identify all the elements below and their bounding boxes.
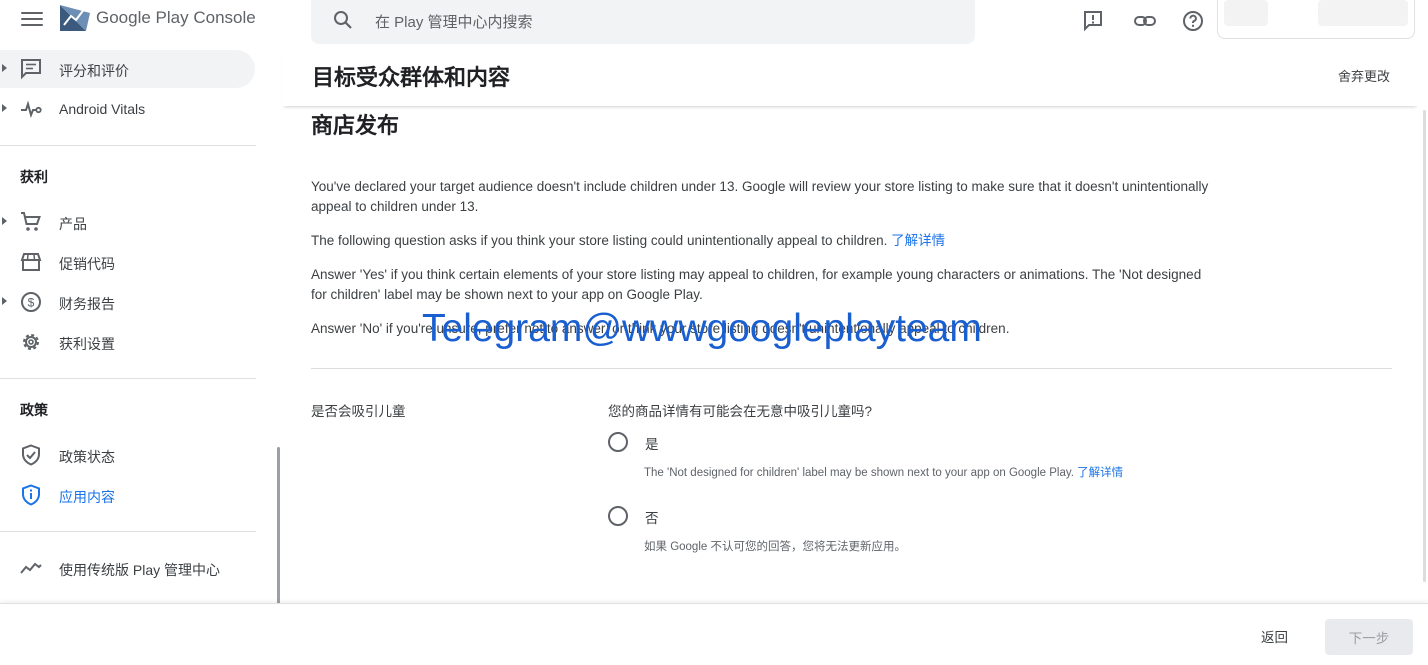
menu-icon[interactable]	[18, 8, 46, 32]
sidebar-item-label: 评分和评价	[59, 63, 129, 79]
trend-icon	[20, 562, 42, 574]
help-text: The 'Not designed for children' label ma…	[644, 467, 1074, 479]
content-scrollbar[interactable]	[1423, 110, 1426, 582]
page-title: 目标受众群体和内容	[312, 65, 511, 90]
paragraph-declaration: You've declared your target audience doe…	[311, 179, 1209, 214]
watermark-text: Telegram@wwwgoogleplayteam	[422, 307, 982, 350]
back-button[interactable]: 返回	[1261, 626, 1288, 646]
paragraph-text: The following question asks if you think…	[311, 233, 888, 248]
gear-icon	[23, 334, 39, 350]
section-divider	[311, 368, 1392, 369]
sidebar-section-policy: 政策	[20, 402, 48, 418]
help-icon[interactable]	[1180, 8, 1206, 34]
sidebar-item-label: 产品	[59, 216, 87, 232]
sidebar-item-legacy-console[interactable]: 使用传统版 Play 管理中心	[0, 549, 256, 587]
sidebar-item-label: 促销代码	[59, 256, 115, 272]
sidebar-item-financial-reports[interactable]: $ 财务报告	[0, 283, 256, 321]
dollar-icon: $	[21, 292, 41, 312]
search-input[interactable]	[373, 10, 937, 34]
reviews-icon	[21, 59, 41, 80]
store-icon	[20, 253, 42, 271]
section-title: 商店发布	[311, 113, 400, 138]
sidebar: 评分和评价 Android Vitals 获利 产品 促销代码 $ 财务报告 获…	[0, 48, 256, 604]
sidebar-item-label: Android Vitals	[59, 101, 146, 117]
account-name	[1318, 0, 1408, 26]
footer-bar: 返回 下一步	[0, 603, 1428, 665]
account-avatar	[1224, 0, 1268, 26]
radio-no-label[interactable]: 否	[645, 507, 659, 527]
svg-text:$: $	[28, 296, 35, 310]
sidebar-item-promo-codes[interactable]: 促销代码	[0, 243, 256, 281]
sidebar-item-monetization-settings[interactable]: 获利设置	[0, 323, 256, 361]
link-icon[interactable]	[1132, 8, 1158, 34]
radio-no[interactable]	[608, 506, 628, 526]
question-label: 是否会吸引儿童	[311, 404, 406, 419]
sidebar-item-android-vitals[interactable]: Android Vitals	[0, 90, 256, 128]
sidebar-item-label: 获利设置	[59, 336, 115, 352]
sidebar-item-label: 使用传统版 Play 管理中心	[59, 562, 221, 578]
account-switcher[interactable]	[1217, 0, 1415, 39]
brand-prefix: Google Play	[96, 8, 189, 27]
search-icon	[334, 11, 352, 29]
brand-suffix: Console	[193, 8, 256, 27]
expand-caret-icon[interactable]	[2, 217, 7, 225]
sidebar-item-ratings[interactable]: 评分和评价	[0, 50, 255, 88]
paragraph-question-intro: The following question asks if you think…	[311, 231, 1211, 251]
learn-more-link[interactable]: 了解详情	[1077, 467, 1123, 479]
top-app-bar: Google Play Console	[0, 0, 1428, 48]
radio-yes-label[interactable]: 是	[645, 433, 659, 453]
expand-caret-icon[interactable]	[2, 104, 7, 112]
sidebar-item-policy-status[interactable]: 政策状态	[0, 436, 256, 474]
shield-check-icon	[22, 444, 40, 466]
vitals-icon	[21, 100, 42, 119]
page-header: 目标受众群体和内容 舍弃更改	[282, 48, 1418, 106]
next-button[interactable]: 下一步	[1325, 619, 1413, 655]
discard-changes-button[interactable]: 舍弃更改	[1338, 66, 1390, 85]
sidebar-item-label: 应用内容	[59, 489, 115, 505]
expand-caret-icon[interactable]	[2, 297, 7, 305]
sidebar-divider	[0, 531, 256, 532]
sidebar-item-products[interactable]: 产品	[0, 203, 256, 241]
radio-yes-help: The 'Not designed for children' label ma…	[644, 464, 1123, 480]
expand-caret-icon[interactable]	[2, 64, 7, 72]
sidebar-scrollbar[interactable]	[277, 447, 280, 605]
search-bar[interactable]	[311, 0, 975, 44]
paragraph-answer-yes: Answer 'Yes' if you think certain elemen…	[311, 267, 1202, 302]
sidebar-divider	[0, 145, 256, 146]
shield-info-icon	[22, 484, 40, 506]
sidebar-section-monetize: 获利	[20, 169, 48, 185]
radio-no-help: 如果 Google 不认可您的回答，您将无法更新应用。	[644, 541, 906, 553]
play-console-logo[interactable]	[60, 3, 90, 31]
brand-title: Google Play Console	[96, 8, 256, 28]
sidebar-item-app-content[interactable]: 应用内容	[0, 476, 256, 514]
feedback-icon[interactable]	[1080, 8, 1106, 34]
learn-more-link[interactable]: 了解详情	[891, 233, 945, 248]
radio-yes[interactable]	[608, 432, 628, 452]
cart-icon	[21, 212, 41, 231]
question-text: 您的商品详情有可能会在无意中吸引儿童吗?	[608, 404, 873, 419]
sidebar-divider	[0, 378, 256, 379]
sidebar-item-label: 财务报告	[59, 296, 115, 312]
sidebar-item-label: 政策状态	[59, 449, 115, 465]
